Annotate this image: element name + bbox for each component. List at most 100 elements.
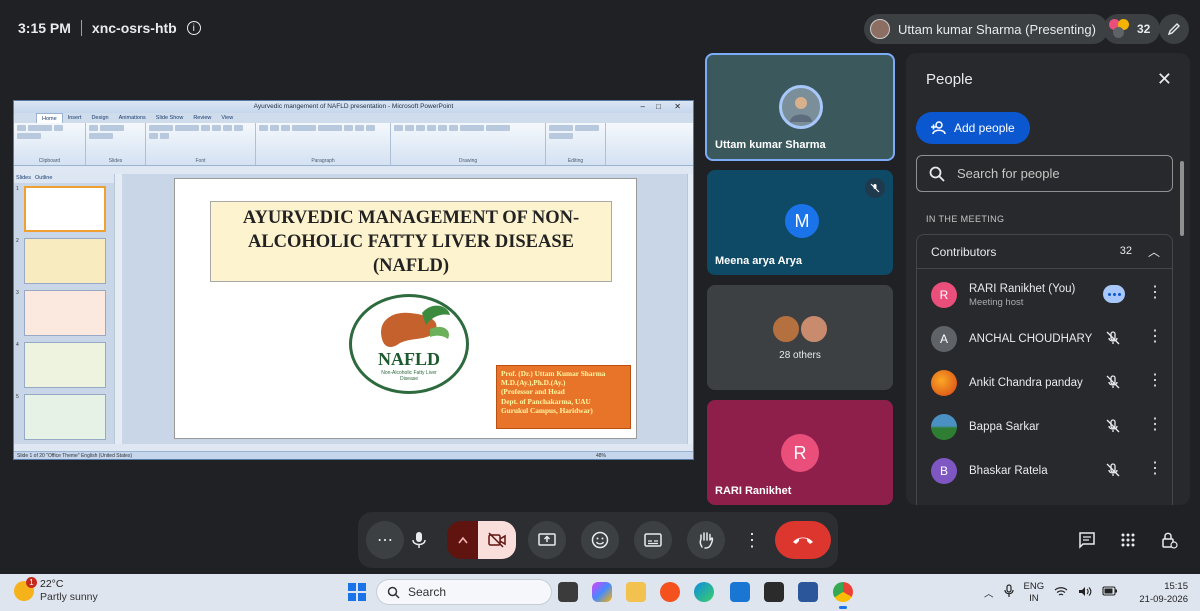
microphone-icon[interactable] bbox=[400, 521, 438, 559]
mic-off-icon[interactable] bbox=[1105, 462, 1121, 483]
ribbon-group-clipboard: Clipboard bbox=[14, 123, 86, 165]
search-people-input[interactable]: Search for people bbox=[916, 155, 1173, 192]
close-icon[interactable]: ✕ bbox=[674, 101, 681, 113]
participant-tile-self[interactable]: R RARI Ranikhet bbox=[707, 400, 893, 505]
pane-tab-slides[interactable]: Slides bbox=[16, 174, 31, 183]
taskbar-search[interactable]: Search bbox=[376, 579, 552, 605]
host-controls-lock-icon[interactable] bbox=[1150, 521, 1188, 559]
slide-thumbnail[interactable] bbox=[24, 238, 106, 284]
avatar bbox=[771, 314, 801, 344]
present-screen-icon[interactable] bbox=[528, 521, 566, 559]
others-tile[interactable]: 28 others bbox=[707, 285, 893, 390]
more-options-icon[interactable]: ⋮ bbox=[1147, 329, 1163, 345]
participant-tile-presenter[interactable]: Uttam kumar Sharma bbox=[705, 53, 895, 161]
presenter-chip[interactable]: Uttam kumar Sharma (Presenting) bbox=[864, 14, 1108, 44]
battery-icon[interactable] bbox=[1102, 586, 1118, 599]
chevron-up-icon[interactable]: ︿ bbox=[1148, 243, 1160, 260]
mic-off-icon bbox=[865, 178, 885, 198]
participant-tile[interactable]: M Meena arya Arya bbox=[707, 170, 893, 275]
maximize-icon[interactable]: □ bbox=[656, 101, 661, 113]
annotate-pen-icon[interactable] bbox=[1159, 14, 1189, 44]
current-slide[interactable]: AYURVEDIC MANAGEMENT OF NON-ALCOHOLIC FA… bbox=[174, 178, 637, 439]
leave-call-button[interactable] bbox=[775, 521, 831, 559]
status-text: Slide 1 of 20 "Office Theme" English (Un… bbox=[17, 453, 133, 459]
chat-icon[interactable] bbox=[1068, 521, 1106, 559]
weather-description: Partly sunny bbox=[40, 591, 98, 603]
zoom-level[interactable]: 48% bbox=[596, 452, 606, 459]
task-view-icon[interactable] bbox=[558, 582, 578, 602]
language-indicator[interactable]: ENG IN bbox=[1024, 581, 1045, 605]
outlook-icon[interactable] bbox=[730, 582, 750, 602]
participant-row[interactable]: R RARI Ranikhet (You) Meeting host ⋮ bbox=[917, 273, 1174, 317]
participant-row[interactable]: Bappa Sarkar ⋮ bbox=[917, 405, 1174, 449]
participants-chip[interactable]: 32 bbox=[1103, 14, 1161, 44]
slide-thumbnail[interactable] bbox=[24, 342, 106, 388]
pane-tab-outline[interactable]: Outline bbox=[35, 174, 52, 183]
divider bbox=[80, 20, 82, 36]
slide-thumbnail[interactable] bbox=[24, 290, 106, 336]
emoji-reaction-icon[interactable] bbox=[581, 521, 619, 559]
ribbon-tab-design[interactable]: Design bbox=[86, 113, 113, 123]
mic-off-icon[interactable] bbox=[1105, 330, 1121, 351]
author-line: M.D.(Ay.),Ph.D.(Ay.) bbox=[501, 378, 566, 388]
info-icon[interactable]: i bbox=[186, 21, 201, 35]
camera-off-icon[interactable] bbox=[478, 521, 516, 559]
activities-grid-icon[interactable] bbox=[1109, 521, 1147, 559]
more-actions-icon[interactable]: ⋮ bbox=[733, 521, 771, 559]
slide-number: 1 bbox=[16, 186, 19, 192]
slide-thumbnail[interactable] bbox=[24, 394, 106, 440]
volume-icon[interactable] bbox=[1078, 586, 1092, 600]
store-icon[interactable] bbox=[764, 582, 784, 602]
tile-name: Meena arya Arya bbox=[715, 255, 803, 267]
copilot-icon[interactable] bbox=[592, 582, 612, 602]
wifi-icon[interactable] bbox=[1054, 586, 1068, 600]
more-options-icon[interactable]: ⋮ bbox=[1147, 461, 1163, 477]
slides-pane-scrollbar[interactable] bbox=[114, 174, 122, 444]
more-options-icon[interactable]: ⋮ bbox=[1147, 417, 1163, 433]
microphone-icon[interactable] bbox=[1003, 584, 1014, 601]
ribbon-tab-slide-show[interactable]: Slide Show bbox=[151, 113, 189, 123]
avatar-initial: R bbox=[793, 442, 807, 463]
slide-scrollbar[interactable] bbox=[687, 174, 693, 444]
add-people-button[interactable]: Add people bbox=[916, 112, 1030, 144]
more-options-icon[interactable]: ⋯ bbox=[366, 521, 404, 559]
system-clock[interactable]: 15:15 21-09-2026 bbox=[1136, 580, 1188, 606]
partly-sunny-icon: 1 bbox=[14, 577, 37, 601]
raise-hand-icon[interactable] bbox=[687, 521, 725, 559]
ribbon-tab-home[interactable]: Home bbox=[36, 113, 63, 123]
ribbon-tab-view[interactable]: View bbox=[216, 113, 238, 123]
avatar bbox=[931, 414, 957, 440]
chevron-up-icon[interactable]: ︿ bbox=[984, 586, 994, 600]
captions-icon[interactable] bbox=[634, 521, 672, 559]
camera-options-chevron-icon[interactable] bbox=[447, 521, 479, 559]
language-code: ENG bbox=[1023, 580, 1045, 592]
chrome-icon[interactable] bbox=[833, 582, 853, 609]
participant-row[interactable]: Ankit Chandra panday ⋮ bbox=[917, 361, 1174, 405]
search-icon bbox=[929, 166, 945, 182]
mic-off-icon[interactable] bbox=[1105, 374, 1121, 395]
file-explorer-icon[interactable] bbox=[626, 582, 646, 602]
group-label[interactable]: Contributors bbox=[931, 245, 996, 259]
participant-name: Ankit Chandra panday bbox=[969, 377, 1083, 389]
participant-row[interactable]: A ANCHAL CHOUDHARY ⋮ bbox=[917, 317, 1174, 361]
edge-icon[interactable] bbox=[694, 582, 714, 602]
top-bar: 3:15 PM xnc-osrs-htb i Uttam kumar Sharm… bbox=[0, 0, 1200, 56]
meeting-time: 3:15 PM bbox=[18, 20, 71, 36]
browser-app-icon[interactable] bbox=[660, 582, 680, 602]
close-icon[interactable]: ✕ bbox=[1157, 69, 1172, 90]
meeting-info: 3:15 PM xnc-osrs-htb i bbox=[18, 20, 201, 36]
minimize-icon[interactable]: – bbox=[641, 101, 645, 113]
ribbon-tab-insert[interactable]: Insert bbox=[63, 113, 87, 123]
participant-name: ANCHAL CHOUDHARY bbox=[969, 333, 1093, 345]
slide-thumbnail[interactable] bbox=[24, 186, 106, 232]
more-options-icon[interactable]: ⋮ bbox=[1147, 373, 1163, 389]
weather-widget[interactable]: 1 22°C Partly sunny bbox=[14, 577, 98, 604]
panel-scrollbar[interactable] bbox=[1180, 161, 1184, 236]
ribbon-tab-animations[interactable]: Animations bbox=[114, 113, 151, 123]
more-options-icon[interactable]: ⋮ bbox=[1147, 285, 1163, 301]
ribbon-tab-review[interactable]: Review bbox=[188, 113, 216, 123]
mic-off-icon[interactable] bbox=[1105, 418, 1121, 439]
participant-row[interactable]: B Bhaskar Ratela ⋮ bbox=[917, 449, 1174, 493]
word-icon[interactable] bbox=[798, 582, 818, 602]
windows-start-icon[interactable] bbox=[348, 583, 366, 601]
